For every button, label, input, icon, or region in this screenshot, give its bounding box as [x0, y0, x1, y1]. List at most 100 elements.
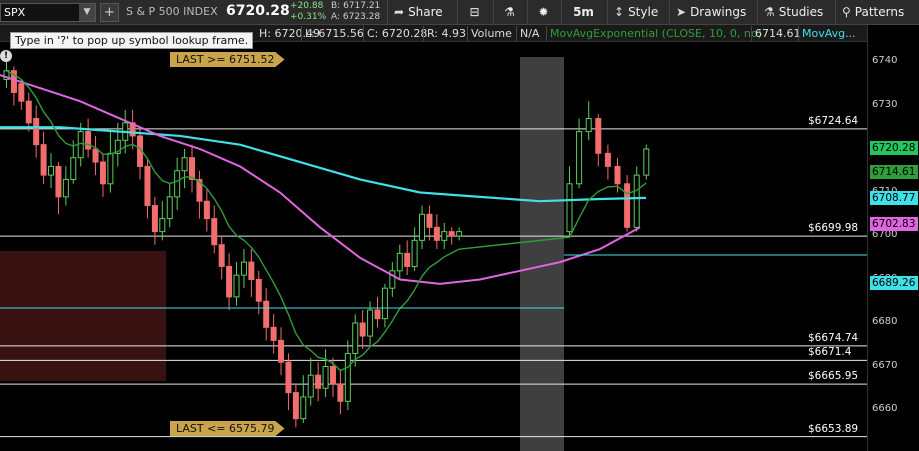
- style-button[interactable]: ↕ Style: [607, 0, 667, 25]
- candle-body: [33, 118, 40, 146]
- candle-body: [374, 309, 381, 320]
- volume-value: N/A: [516, 26, 542, 41]
- session-highlight: [520, 57, 564, 451]
- flask-icon: ⚗: [504, 5, 515, 19]
- price-level-label: $6653.89: [808, 422, 859, 435]
- candle-body: [159, 218, 166, 233]
- candle-body: [181, 157, 188, 172]
- candle-body: [300, 396, 307, 420]
- supply-zone: [0, 251, 166, 381]
- candle-body: [270, 326, 277, 341]
- candle-body: [404, 252, 411, 267]
- candle-body: [307, 374, 314, 398]
- timeframe-label: 5m: [573, 5, 594, 19]
- candle-body: [144, 165, 151, 207]
- studies-button[interactable]: ⚗ Studies: [757, 0, 833, 25]
- patterns-label: Patterns: [854, 5, 905, 19]
- cursor-icon: ➤: [676, 5, 687, 19]
- price-level-label: $6671.4: [808, 346, 852, 359]
- candle-body: [411, 239, 418, 267]
- candle-body: [226, 265, 233, 298]
- axis-price-tag: 6708.77: [870, 190, 918, 205]
- price-level-label: $6699.98: [808, 222, 859, 235]
- candle-body: [337, 383, 344, 402]
- ema-study-label[interactable]: MovAvgExponential (CLOSE, 10, 0, no): [546, 26, 765, 41]
- studies-label: Studies: [778, 5, 824, 19]
- candle-body: [92, 148, 99, 163]
- ema-study-value: 6714.61: [751, 26, 804, 41]
- drawings-label: Drawings: [690, 5, 747, 19]
- candle-body: [151, 205, 158, 233]
- candle-body: [18, 83, 25, 102]
- bid-value: B: 6717.21: [331, 1, 381, 11]
- share-icon: ➦: [394, 5, 405, 19]
- active-trader-button[interactable]: ⊟: [457, 0, 491, 25]
- chart-background: [0, 25, 867, 451]
- symbol-input[interactable]: SPX ▼: [0, 3, 96, 22]
- candle-body: [174, 170, 181, 198]
- timeframe-button[interactable]: 5m: [561, 0, 605, 25]
- candle-body: [40, 144, 47, 176]
- candle-body: [624, 183, 631, 228]
- patterns-button[interactable]: ⚲ Patterns: [835, 0, 919, 25]
- candle-body: [381, 287, 388, 320]
- candle-body: [396, 252, 403, 272]
- candle-body: [25, 100, 32, 124]
- style-label: Style: [628, 5, 659, 19]
- candle-body: [55, 165, 62, 198]
- candle-body: [367, 309, 374, 337]
- symbol-lookup-tooltip: Type in '?' to pop up symbol lookup fram…: [10, 32, 254, 49]
- candle-body: [359, 322, 366, 337]
- low-value: L: 6715.56: [301, 26, 367, 41]
- candle-body: [576, 131, 583, 185]
- active-trader-icon: ⊟: [469, 5, 480, 19]
- candle-body: [248, 261, 255, 281]
- bid-ask-block: B: 6717.21 A: 6723.28: [331, 1, 380, 23]
- share-button[interactable]: ➦ Share: [387, 0, 453, 25]
- drawings-button[interactable]: ➤ Drawings: [669, 0, 755, 25]
- candle-body: [48, 165, 55, 176]
- candle-body: [278, 339, 285, 363]
- share-label: Share: [408, 5, 443, 19]
- candle-body: [352, 322, 359, 354]
- candle-body: [240, 261, 247, 276]
- volume-label[interactable]: Volume: [467, 26, 515, 41]
- candle-body: [166, 196, 173, 220]
- upper-alert-tag[interactable]: LAST >= 6751.52: [170, 52, 285, 67]
- candle-body: [614, 165, 621, 185]
- close-value: C: 6720.28: [363, 26, 430, 41]
- symbol-description: S & P 500 INDEX: [126, 5, 218, 18]
- candle-body: [433, 226, 440, 241]
- flask-studies-icon: ⚗: [764, 5, 775, 19]
- plus-icon[interactable]: +: [100, 3, 119, 22]
- candle-body: [70, 157, 77, 180]
- candle-body: [329, 366, 336, 385]
- flask-button[interactable]: ⚗: [493, 0, 525, 25]
- candle-body: [633, 174, 640, 228]
- net-change: +20.88: [290, 1, 324, 11]
- candle-body: [233, 274, 240, 298]
- axis-tick-label: 6730: [872, 98, 898, 110]
- info-icon[interactable]: !: [0, 50, 12, 62]
- candle-body: [448, 231, 455, 237]
- price-level-label: $6674.74: [808, 331, 859, 344]
- candle-body: [211, 218, 218, 246]
- candle-body: [107, 152, 114, 185]
- price-chart[interactable]: [0, 25, 867, 451]
- ma-study-label[interactable]: MovAvg...: [798, 26, 859, 41]
- candle-body: [62, 178, 69, 198]
- dropdown-arrow-icon[interactable]: ▼: [79, 4, 95, 21]
- axis-price-tag: 6702.83: [870, 216, 918, 231]
- percent-change: +0.31%: [290, 12, 327, 22]
- candle-body: [344, 352, 351, 402]
- axis-price-tag: 6714.61: [870, 165, 918, 180]
- gear-button[interactable]: ✹: [527, 0, 559, 25]
- axis-tick-label: 6740: [872, 55, 898, 66]
- lower-alert-tag[interactable]: LAST <= 6575.79: [170, 421, 285, 436]
- price-axis[interactable]: 6740673067206710670066906680667066606720…: [867, 25, 919, 451]
- axis-tick-label: 6660: [872, 403, 898, 414]
- candle-body: [99, 161, 106, 185]
- candle-body: [604, 152, 611, 167]
- candle-body: [585, 118, 592, 133]
- candle-body: [595, 118, 602, 154]
